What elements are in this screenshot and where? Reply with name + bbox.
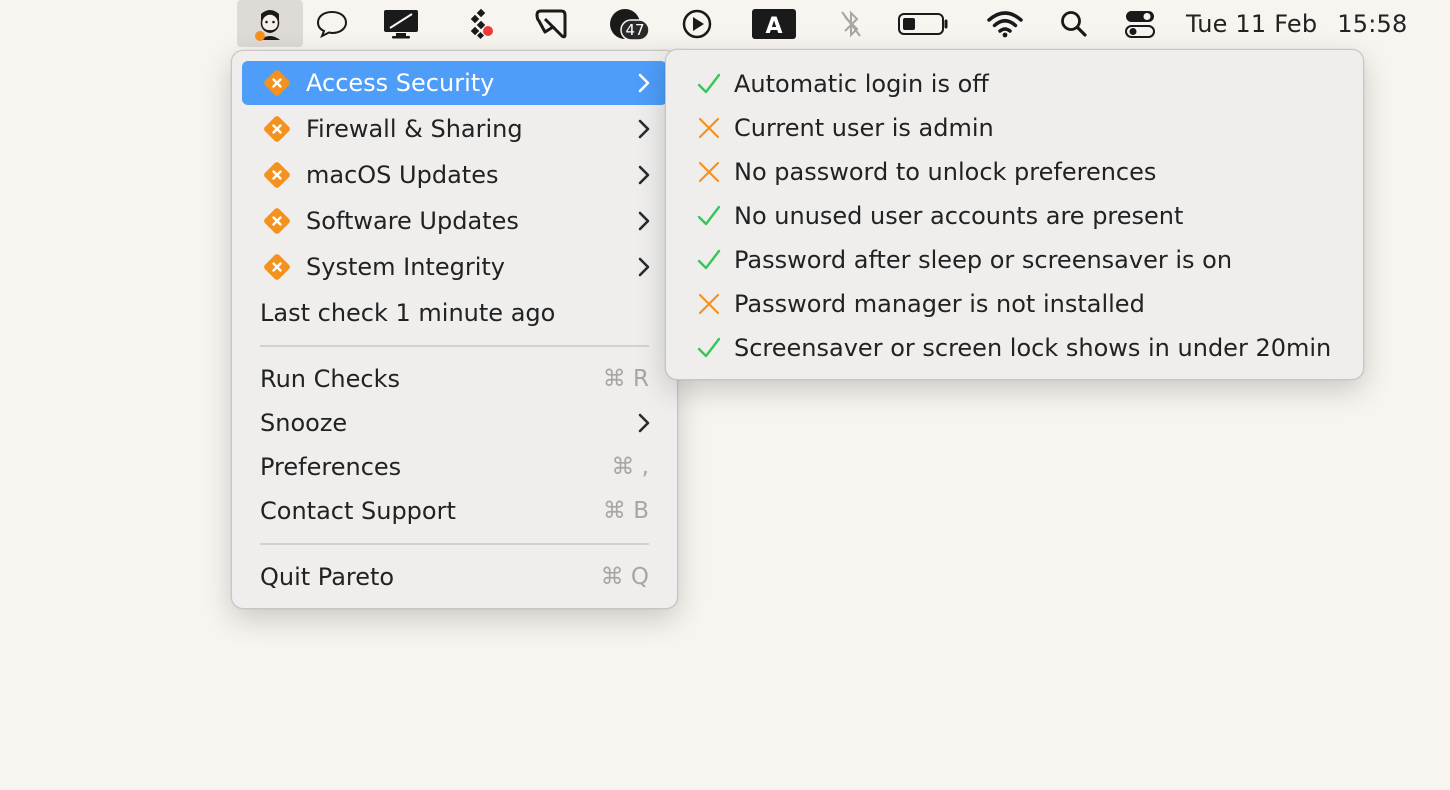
menu-item-label: Firewall & Sharing [306, 115, 523, 143]
menu-item-contact-support[interactable]: Contact Support ⌘ B [242, 489, 667, 533]
menu-item-label: System Integrity [306, 253, 505, 281]
pareto-menu: Access Security Firewall & Sharing macOS… [231, 50, 678, 609]
chevron-right-icon [638, 165, 650, 185]
check-item-label: Current user is admin [734, 114, 994, 142]
menu-bar-date: Tue 11 Feb [1186, 9, 1318, 38]
bluetooth-off-icon[interactable] [834, 0, 868, 47]
menu-item-label: Run Checks [260, 365, 400, 393]
svg-text:47: 47 [625, 21, 644, 39]
svg-text:A: A [765, 14, 782, 39]
menu-bar-time: 15:58 [1337, 9, 1408, 38]
display-icon[interactable] [378, 0, 424, 47]
check-item[interactable]: Screensaver or screen lock shows in unde… [666, 326, 1363, 370]
check-item[interactable]: No unused user accounts are present [666, 194, 1363, 238]
check-item-label: Automatic login is off [734, 70, 989, 98]
menu-item-label: Quit Pareto [260, 563, 395, 591]
input-source-icon[interactable]: A [750, 0, 798, 47]
shortcut-hint: ⌘ R [602, 366, 649, 392]
checkmark-icon [696, 335, 730, 361]
menu-item-access-security[interactable]: Access Security [242, 61, 667, 105]
shortcut-hint: ⌘ B [602, 498, 649, 524]
cross-icon [696, 159, 730, 185]
menu-item-firewall-sharing[interactable]: Firewall & Sharing [242, 107, 667, 151]
menu-item-software-updates[interactable]: Software Updates [242, 199, 667, 243]
checkmark-icon [696, 247, 730, 273]
check-item[interactable]: No password to unlock preferences [666, 150, 1363, 194]
speech-bubble-icon[interactable] [310, 0, 354, 47]
menu-item-system-integrity[interactable]: System Integrity [242, 245, 667, 289]
check-item-label: No unused user accounts are present [734, 202, 1184, 230]
menu-bar: 47 A Tue 11 Feb 15:58 [0, 0, 1450, 47]
chevron-right-icon [638, 211, 650, 231]
wifi-icon[interactable] [984, 0, 1026, 47]
spotlight-search-icon[interactable] [1056, 0, 1092, 47]
menu-separator [260, 543, 649, 545]
menu-item-label: Software Updates [306, 207, 519, 235]
check-item-label: Screensaver or screen lock shows in unde… [734, 334, 1332, 362]
cross-icon [696, 115, 730, 141]
clip-icon[interactable] [530, 0, 572, 47]
menu-item-quit[interactable]: Quit Pareto ⌘ Q [242, 555, 667, 599]
warning-diamond-icon [264, 116, 290, 142]
pareto-app-icon[interactable] [237, 0, 303, 47]
battery-icon[interactable] [896, 0, 952, 47]
checkmark-icon [696, 203, 730, 229]
warning-diamond-icon [264, 70, 290, 96]
notification-badge-icon[interactable]: 47 [604, 0, 650, 47]
menu-item-label: Contact Support [260, 497, 456, 525]
menu-bar-clock[interactable]: Tue 11 Feb 15:58 [1186, 0, 1407, 47]
shortcut-hint: ⌘ , [611, 454, 649, 480]
chevron-right-icon [638, 119, 650, 139]
menu-item-label: Preferences [260, 453, 402, 481]
menu-item-run-checks[interactable]: Run Checks ⌘ R [242, 357, 667, 401]
check-item-label: Password after sleep or screensaver is o… [734, 246, 1233, 274]
check-item[interactable]: Password manager is not installed [666, 282, 1363, 326]
diamond-grid-icon[interactable] [458, 0, 502, 47]
last-check-label: Last check 1 minute ago [260, 299, 556, 327]
menu-item-macos-updates[interactable]: macOS Updates [242, 153, 667, 197]
chevron-right-icon [638, 73, 650, 93]
check-item-label: Password manager is not installed [734, 290, 1145, 318]
menu-item-label: macOS Updates [306, 161, 499, 189]
check-item[interactable]: Automatic login is off [666, 62, 1363, 106]
menu-item-label: Access Security [306, 69, 495, 97]
chevron-right-icon [638, 413, 650, 433]
last-check-status: Last check 1 minute ago [242, 291, 667, 335]
checkmark-icon [696, 71, 730, 97]
cross-icon [696, 291, 730, 317]
menu-item-preferences[interactable]: Preferences ⌘ , [242, 445, 667, 489]
menu-separator [260, 345, 649, 347]
menu-item-label: Snooze [260, 409, 348, 437]
access-security-submenu: Automatic login is off Current user is a… [665, 49, 1364, 380]
warning-diamond-icon [264, 254, 290, 280]
warning-diamond-icon [264, 162, 290, 188]
menu-item-snooze[interactable]: Snooze [242, 401, 667, 445]
warning-diamond-icon [264, 208, 290, 234]
play-circle-icon[interactable] [676, 0, 718, 47]
check-item[interactable]: Password after sleep or screensaver is o… [666, 238, 1363, 282]
chevron-right-icon [638, 257, 650, 277]
check-item[interactable]: Current user is admin [666, 106, 1363, 150]
check-item-label: No password to unlock preferences [734, 158, 1157, 186]
shortcut-hint: ⌘ Q [600, 564, 649, 590]
control-center-icon[interactable] [1120, 0, 1160, 47]
